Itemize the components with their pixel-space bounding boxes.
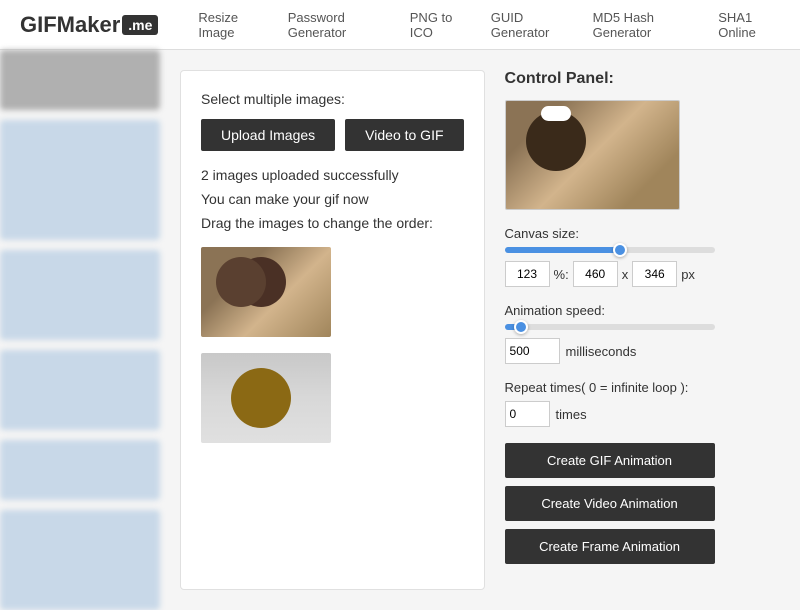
speed-value-input[interactable] xyxy=(505,338,560,364)
canvas-size-section: Canvas size: %: x px xyxy=(505,226,715,287)
canvas-size-label: Canvas size: xyxy=(505,226,715,241)
repeat-times-section: Repeat times( 0 = infinite loop ): times xyxy=(505,380,715,427)
control-panel: Control Panel: Canvas size: %: x px xyxy=(505,70,715,590)
image-list xyxy=(201,247,464,443)
canvas-pct-symbol: %: xyxy=(554,267,569,282)
animation-speed-section: Animation speed: milliseconds xyxy=(505,303,715,364)
main-nav: Resize Image Password Generator PNG to I… xyxy=(198,10,780,40)
sidebar-ad-2 xyxy=(0,250,160,340)
sidebar-ad-3 xyxy=(0,350,160,430)
speed-slider-track[interactable] xyxy=(505,324,715,330)
gif-preview xyxy=(505,100,680,210)
canvas-unit: px xyxy=(681,267,695,282)
speed-unit: milliseconds xyxy=(566,344,637,359)
success-message: 2 images uploaded successfully xyxy=(201,167,464,183)
animation-speed-label: Animation speed: xyxy=(505,303,715,318)
uploaded-image-1[interactable] xyxy=(201,247,331,337)
create-frame-button[interactable]: Create Frame Animation xyxy=(505,529,715,564)
upload-images-button[interactable]: Upload Images xyxy=(201,119,335,151)
page-body: Select multiple images: Upload Images Vi… xyxy=(0,50,800,610)
sidebar-ad-1 xyxy=(0,120,160,240)
drag-message: Drag the images to change the order: xyxy=(201,215,464,231)
canvas-slider-thumb[interactable] xyxy=(613,243,627,257)
nav-png-to-ico[interactable]: PNG to ICO xyxy=(410,10,467,40)
canvas-slider-fill xyxy=(505,247,621,253)
action-buttons: Create GIF Animation Create Video Animat… xyxy=(505,443,715,564)
create-video-button[interactable]: Create Video Animation xyxy=(505,486,715,521)
speed-slider-thumb[interactable] xyxy=(514,320,528,334)
sidebar-ad-4 xyxy=(0,440,160,500)
canvas-height-input[interactable] xyxy=(632,261,677,287)
uploaded-image-2[interactable] xyxy=(201,353,331,443)
button-row: Upload Images Video to GIF xyxy=(201,119,464,151)
main-container: Select multiple images: Upload Images Vi… xyxy=(160,50,735,610)
upload-area: Select multiple images: Upload Images Vi… xyxy=(180,70,485,590)
video-to-gif-button[interactable]: Video to GIF xyxy=(345,119,463,151)
nav-guid-generator[interactable]: GUID Generator xyxy=(491,10,569,40)
speed-row: milliseconds xyxy=(505,338,715,364)
repeat-times-label: Repeat times( 0 = infinite loop ): xyxy=(505,380,715,395)
info-message: You can make your gif now xyxy=(201,191,464,207)
create-gif-button[interactable]: Create GIF Animation xyxy=(505,443,715,478)
nav-password-generator[interactable]: Password Generator xyxy=(288,10,386,40)
repeat-value-input[interactable] xyxy=(505,401,550,427)
nav-sha1-online[interactable]: SHA1 Online xyxy=(718,10,780,40)
canvas-slider-track[interactable] xyxy=(505,247,715,253)
logo-badge: .me xyxy=(122,15,158,35)
repeat-unit: times xyxy=(556,407,587,422)
sidebar xyxy=(0,50,160,610)
nav-resize-image[interactable]: Resize Image xyxy=(198,10,263,40)
canvas-width-input[interactable] xyxy=(573,261,618,287)
select-label: Select multiple images: xyxy=(201,91,464,107)
control-panel-title: Control Panel: xyxy=(505,70,715,88)
logo[interactable]: GIFMaker.me xyxy=(20,12,158,38)
canvas-x-separator: x xyxy=(622,267,629,282)
logo-text: GIFMaker xyxy=(20,12,120,38)
sidebar-ad-top xyxy=(0,50,160,110)
header: GIFMaker.me Resize Image Password Genera… xyxy=(0,0,800,50)
nav-md5-hash[interactable]: MD5 Hash Generator xyxy=(593,10,695,40)
repeat-row: times xyxy=(505,401,715,427)
canvas-percent-input[interactable] xyxy=(505,261,550,287)
canvas-size-row: %: x px xyxy=(505,261,715,287)
sidebar-ad-5 xyxy=(0,510,160,610)
